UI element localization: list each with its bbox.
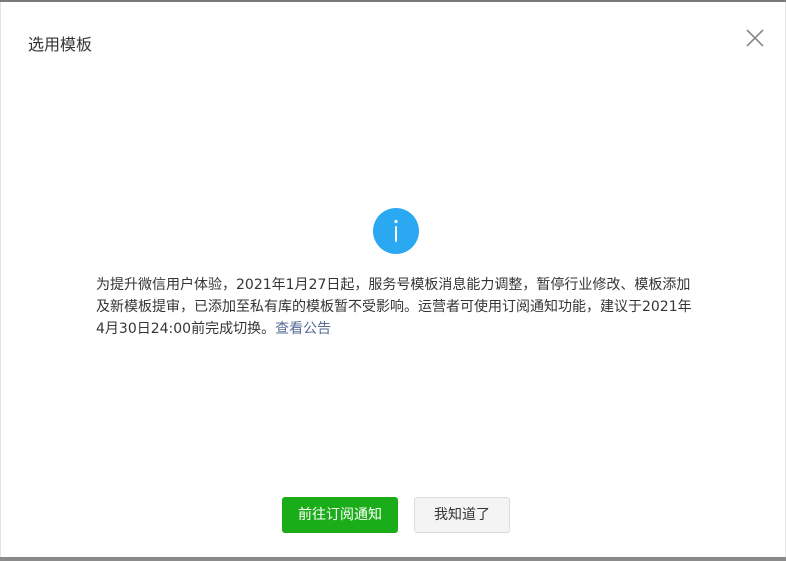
dialog-title: 选用模板 xyxy=(28,35,93,54)
notice-message: 为提升微信用户体验，2021年1月27日起，服务号模板消息能力调整，暂停行业修改… xyxy=(96,274,696,340)
modal-backdrop-bottom xyxy=(0,557,786,561)
got-it-button[interactable]: 我知道了 xyxy=(414,497,510,533)
view-announcement-link[interactable]: 查看公告 xyxy=(275,321,331,337)
template-dialog: 选用模板 为提升微信用户体验，2021年1月27日起，服务号模板消息能力调整，暂… xyxy=(0,2,786,557)
message-text: 4月30日24:00前完成切换。 xyxy=(96,321,276,337)
message-line: 为提升微信用户体验，2021年1月27日起，服务号模板消息能力调整，暂停行业修改… xyxy=(96,277,691,293)
message-line: 及新模板提审，已添加至私有库的模板暂不受影响。运营者可使用订阅通知功能，建议于2… xyxy=(96,299,692,315)
info-icon xyxy=(373,208,419,254)
close-icon xyxy=(746,29,764,47)
close-button[interactable] xyxy=(743,26,767,50)
message-line: 4月30日24:00前完成切换。查看公告 xyxy=(96,318,696,340)
go-subscribe-notify-button[interactable]: 前往订阅通知 xyxy=(282,497,398,533)
